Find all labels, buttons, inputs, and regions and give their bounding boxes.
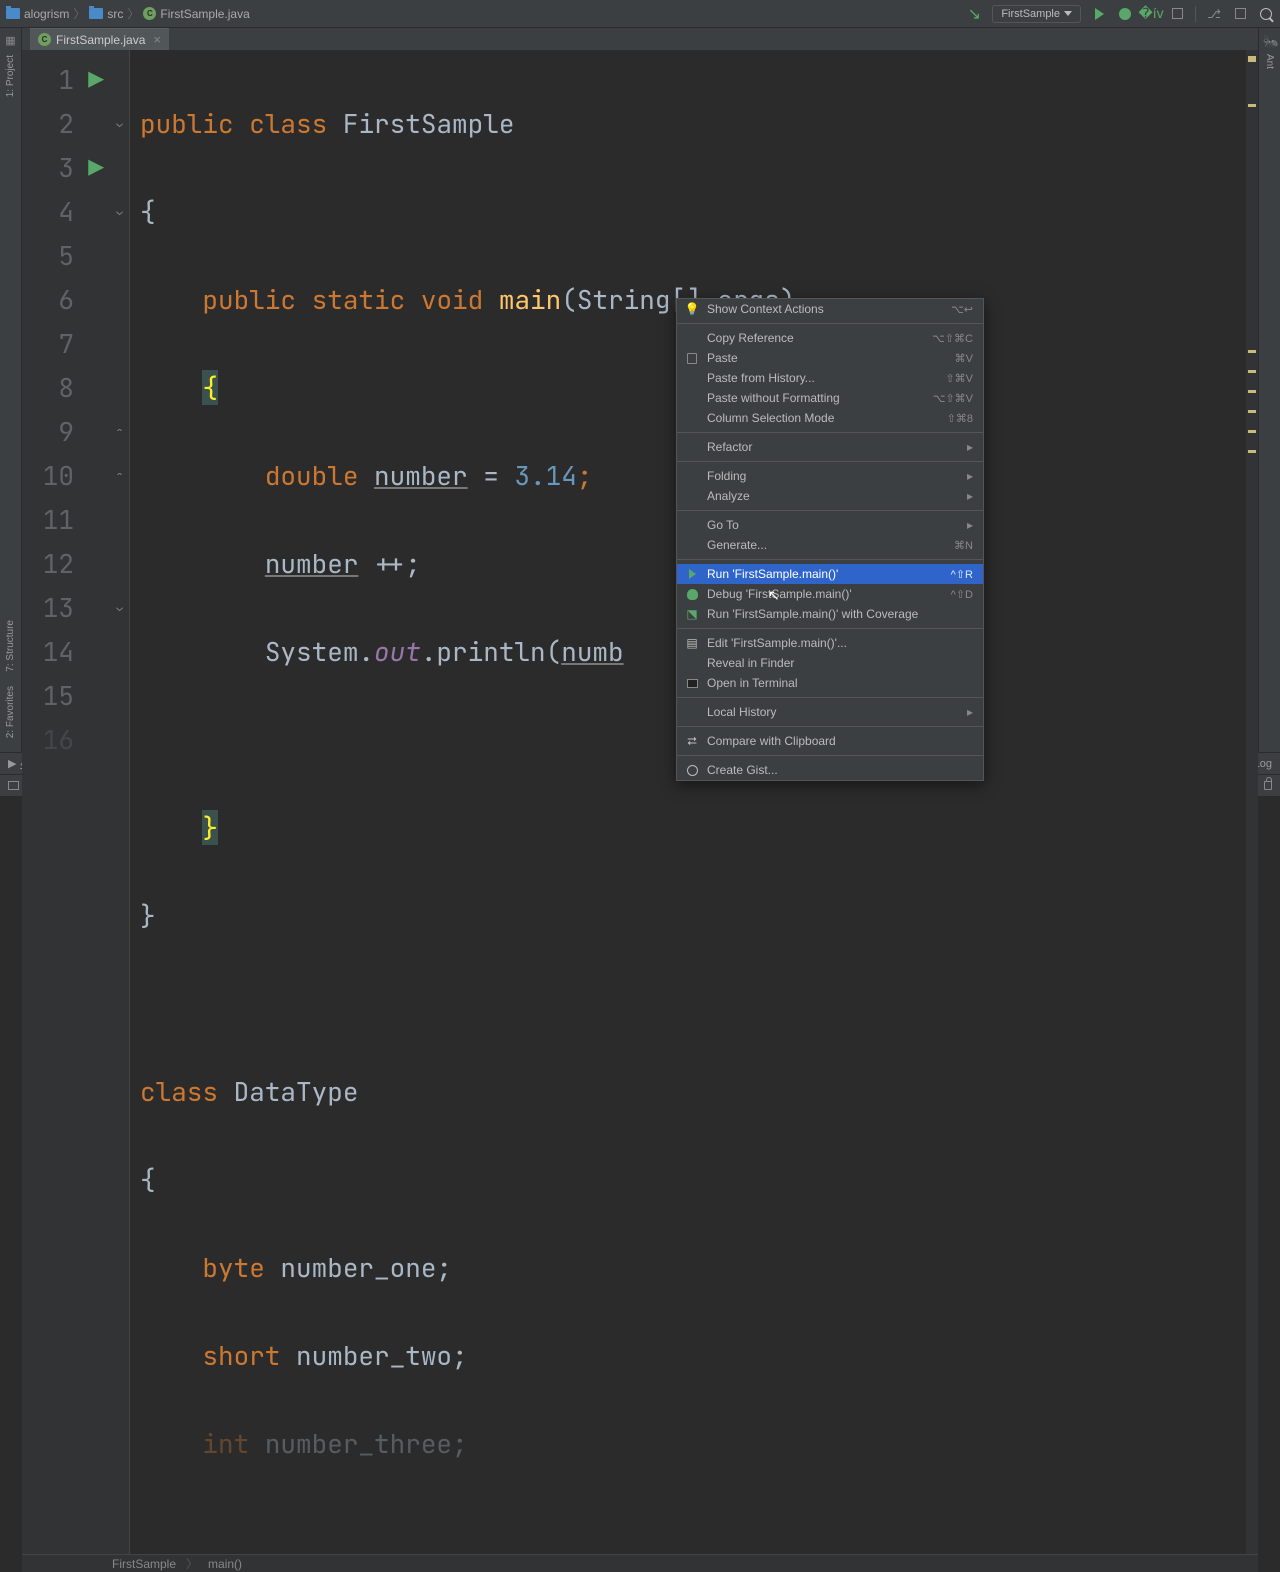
edit-config-icon: ▤ [685, 636, 699, 650]
menu-run[interactable]: Run 'FirstSample.main()'^⇧R [677, 564, 983, 584]
top-toolbar: alogrism 〉 src 〉 C FirstSample.java ↘ Fi… [0, 0, 1280, 28]
menu-goto[interactable]: Go To▸ [677, 515, 983, 535]
editor-breadcrumb-method[interactable]: main() [208, 1557, 242, 1571]
bug-icon [1119, 8, 1131, 20]
layout-icon [1235, 8, 1246, 19]
menu-reveal-finder[interactable]: Reveal in Finder [677, 653, 983, 673]
run-button[interactable] [1091, 6, 1107, 22]
play-icon [1095, 8, 1104, 20]
chevron-right-icon: ▸ [967, 705, 973, 719]
folder-icon [89, 8, 103, 19]
run-config-dropdown[interactable]: FirstSample [992, 5, 1081, 23]
stop-button[interactable] [1169, 6, 1185, 22]
vcs-button[interactable]: ⎇ [1206, 6, 1222, 22]
file-tab[interactable]: C FirstSample.java × [30, 28, 169, 50]
menu-show-context-actions[interactable]: 💡 Show Context Actions ⌥↩ [677, 299, 983, 319]
code-content[interactable]: public class FirstSample { public static… [130, 50, 1258, 1554]
fold-gutter: ⌄ ⌄ ⌃ ⌃ ⌄ [110, 50, 130, 1554]
diff-icon: ⮂ [685, 734, 699, 749]
fold-toggle[interactable]: ⌄ [110, 190, 129, 234]
breadcrumb-src-label: src [107, 7, 123, 21]
breadcrumb: alogrism 〉 src 〉 C FirstSample.java [6, 5, 250, 22]
layout-button[interactable] [1232, 6, 1248, 22]
file-tab-label: FirstSample.java [56, 33, 145, 47]
chevron-right-icon: ▸ [967, 489, 973, 503]
readonly-lock-icon[interactable] [1264, 781, 1272, 790]
structure-tab[interactable]: 7: Structure [3, 614, 18, 678]
chevron-right-icon: ▸ [967, 518, 973, 532]
menu-paste[interactable]: Paste⌘V [677, 348, 983, 368]
chevron-right-icon: ▸ [967, 469, 973, 483]
menu-column-selection[interactable]: Column Selection Mode⇧⌘8 [677, 408, 983, 428]
left-tool-strip: ▦ 1: Project 7: Structure 2: Favorites [0, 28, 22, 752]
play-icon [689, 569, 696, 579]
chevron-down-icon [1064, 11, 1072, 16]
menu-analyze[interactable]: Analyze▸ [677, 486, 983, 506]
menu-open-terminal[interactable]: Open in Terminal [677, 673, 983, 693]
code-editor[interactable]: 12345678910111213141516 ▶ ▶ ⌄ ⌄ ⌃ ⌃ ⌄ pu… [22, 50, 1258, 1554]
close-icon[interactable]: × [153, 32, 161, 47]
run-line-icon[interactable]: ▶ [82, 146, 110, 190]
menu-generate[interactable]: Generate...⌘N [677, 535, 983, 555]
editor-tab-bar: C FirstSample.java × [22, 28, 1258, 50]
search-button[interactable] [1258, 6, 1274, 22]
run-gutter: ▶ ▶ [82, 50, 110, 1554]
menu-paste-no-format[interactable]: Paste without Formatting⌥⇧⌘V [677, 388, 983, 408]
run-config-label: FirstSample [1001, 8, 1060, 20]
menu-refactor[interactable]: Refactor▸ [677, 437, 983, 457]
menu-local-history[interactable]: Local History▸ [677, 702, 983, 722]
chevron-right-icon: 〉 [127, 5, 139, 22]
run-line-icon[interactable]: ▶ [82, 58, 110, 102]
bulb-icon: 💡 [685, 302, 699, 316]
chevron-right-icon: 〉 [73, 5, 85, 22]
folder-icon [6, 8, 20, 19]
ant-icon[interactable]: 🐜 [1263, 34, 1277, 48]
menu-copy-reference[interactable]: Copy Reference⌥⇧⌘C [677, 328, 983, 348]
breadcrumb-root-label: alogrism [24, 7, 69, 21]
menu-folding[interactable]: Folding▸ [677, 466, 983, 486]
java-class-icon: C [38, 33, 51, 46]
toolbar-actions: ↘ FirstSample �ív ⎇ [966, 5, 1274, 23]
favorites-tab[interactable]: 2: Favorites [3, 680, 18, 744]
terminal-icon [687, 679, 698, 688]
clipboard-icon [687, 353, 697, 364]
editor-breadcrumb-class[interactable]: FirstSample [112, 1557, 176, 1571]
github-icon [687, 765, 698, 776]
breadcrumb-root[interactable]: alogrism [6, 7, 69, 21]
build-icon[interactable]: ↘ [966, 6, 982, 22]
line-number-gutter: 12345678910111213141516 [22, 50, 82, 1554]
menu-compare-clipboard[interactable]: ⮂Compare with Clipboard [677, 731, 983, 751]
menu-edit-config[interactable]: ▤Edit 'FirstSample.main()'... [677, 633, 983, 653]
fold-toggle[interactable]: ⌃ [110, 410, 129, 454]
java-class-icon: C [143, 7, 156, 20]
coverage-icon: ⬔ [685, 607, 699, 621]
fold-toggle[interactable]: ⌄ [110, 102, 129, 146]
project-tool-icon[interactable]: ▦ [5, 34, 15, 47]
coverage-button[interactable]: �ív [1143, 6, 1159, 22]
fold-toggle[interactable]: ⌄ [110, 586, 129, 630]
menu-paste-history[interactable]: Paste from History...⇧⌘V [677, 368, 983, 388]
debug-button[interactable] [1117, 6, 1133, 22]
fold-toggle[interactable]: ⌃ [110, 454, 129, 498]
breadcrumb-file[interactable]: C FirstSample.java [143, 7, 249, 21]
search-icon [1260, 8, 1272, 20]
right-tool-strip: 🐜 Ant [1258, 28, 1280, 752]
menu-run-coverage[interactable]: ⬔Run 'FirstSample.main()' with Coverage [677, 604, 983, 624]
editor-scrollbar[interactable] [1246, 50, 1258, 1554]
breadcrumb-src[interactable]: src [89, 7, 123, 21]
ant-tab[interactable]: Ant [1262, 48, 1277, 75]
menu-debug[interactable]: Debug 'FirstSample.main()'^⇧D [677, 584, 983, 604]
breadcrumb-file-label: FirstSample.java [160, 7, 249, 21]
tool-window-toggle-icon[interactable] [8, 781, 19, 790]
editor-breadcrumb: FirstSample 〉 main() [22, 1554, 1258, 1572]
editor-area: C FirstSample.java × 1234567891011121314… [22, 28, 1258, 752]
project-tab[interactable]: 1: Project [3, 49, 18, 103]
bug-icon [687, 589, 698, 600]
menu-create-gist[interactable]: Create Gist... [677, 760, 983, 780]
chevron-right-icon: ▸ [967, 440, 973, 454]
context-menu: 💡 Show Context Actions ⌥↩ Copy Reference… [676, 298, 984, 781]
stop-icon [1172, 8, 1183, 19]
